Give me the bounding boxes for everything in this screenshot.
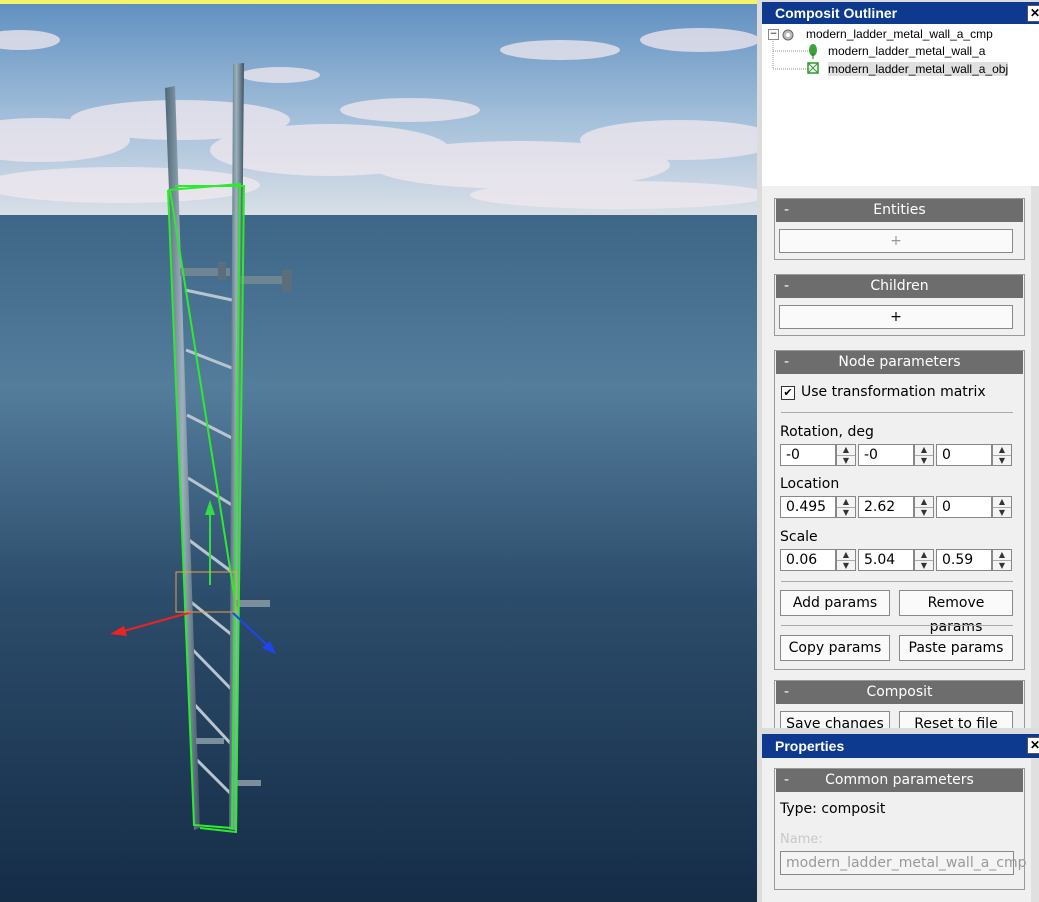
tree-item-child-1-label: modern_ladder_metal_wall_a: [828, 44, 986, 58]
panel-scrollbar[interactable]: [1031, 186, 1039, 728]
composit-header[interactable]: - Composit: [776, 681, 1023, 704]
add-entity-button[interactable]: +: [779, 229, 1013, 253]
save-changes-button[interactable]: Save changes: [780, 711, 890, 728]
spin-down-icon[interactable]: ▼: [837, 508, 855, 518]
node-parameters-header[interactable]: - Node parameters: [776, 351, 1023, 374]
node-parameters-title: Node parameters: [838, 354, 961, 370]
node-parameters-group: - Node parameters ✔ Use transformation m…: [774, 350, 1025, 670]
scale-y-input[interactable]: 5.04: [858, 549, 914, 571]
properties-scrollbar[interactable]: [1031, 758, 1039, 902]
object-cube-icon: [807, 62, 819, 74]
composit-group: - Composit Save changes Reset to file: [774, 680, 1025, 728]
rotation-z-input[interactable]: 0: [936, 444, 992, 466]
outliner-title: Composit Outliner: [775, 5, 898, 21]
entities-group: - Entities +: [774, 198, 1025, 260]
common-parameters-group: - Common parameters Type: composit Name:…: [774, 768, 1027, 890]
properties-panel: - Common parameters Type: composit Name:…: [762, 758, 1039, 902]
3d-viewport[interactable]: [0, 0, 757, 902]
location-y-spinner[interactable]: ▲ ▼: [914, 496, 934, 518]
spin-up-icon[interactable]: ▲: [915, 497, 933, 508]
remove-params-button[interactable]: Remove params: [899, 590, 1013, 635]
type-label: Type: composit: [780, 801, 886, 817]
divider: [781, 412, 1013, 413]
spin-up-icon[interactable]: ▲: [837, 445, 855, 456]
copy-params-button[interactable]: Copy params: [780, 635, 890, 661]
children-group: - Children +: [774, 274, 1025, 336]
composit-collapse[interactable]: -: [784, 681, 789, 704]
spin-down-icon[interactable]: ▼: [993, 561, 1011, 571]
common-parameters-header[interactable]: - Common parameters: [776, 769, 1023, 792]
spin-up-icon[interactable]: ▲: [915, 550, 933, 561]
tree-item-root[interactable]: modern_ladder_metal_wall_a_cmp: [806, 27, 993, 41]
scale-label: Scale: [780, 529, 818, 545]
location-x-spinner[interactable]: ▲ ▼: [836, 496, 856, 518]
rotation-z-spinner[interactable]: ▲ ▼: [992, 444, 1012, 466]
location-label: Location: [780, 476, 840, 492]
children-title: Children: [870, 278, 929, 294]
common-parameters-collapse[interactable]: -: [784, 769, 789, 792]
spin-down-icon[interactable]: ▼: [837, 561, 855, 571]
spin-down-icon[interactable]: ▼: [915, 508, 933, 518]
spin-up-icon[interactable]: ▲: [993, 497, 1011, 508]
spin-down-icon[interactable]: ▼: [915, 456, 933, 466]
properties-close-icon[interactable]: ✕: [1027, 737, 1039, 754]
node-parameters-collapse[interactable]: -: [784, 351, 789, 374]
rotation-label: Rotation, deg: [780, 424, 874, 440]
spin-down-icon[interactable]: ▼: [837, 456, 855, 466]
composit-editor-panel: - Entities + - Children + - Node paramet…: [762, 186, 1039, 728]
rotation-y-input[interactable]: -0: [858, 444, 914, 466]
scale-y-spinner[interactable]: ▲ ▼: [914, 549, 934, 571]
scale-z-spinner[interactable]: ▲ ▼: [992, 549, 1012, 571]
entities-header[interactable]: - Entities: [776, 199, 1023, 222]
divider: [781, 625, 1013, 626]
location-y-input[interactable]: 2.62: [858, 496, 914, 518]
rotation-x-spinner[interactable]: ▲ ▼: [836, 444, 856, 466]
scale-x-spinner[interactable]: ▲ ▼: [836, 549, 856, 571]
rotation-x-input[interactable]: -0: [780, 444, 836, 466]
composit-title: Composit: [866, 684, 933, 700]
spin-up-icon[interactable]: ▲: [837, 497, 855, 508]
spin-up-icon[interactable]: ▲: [837, 550, 855, 561]
name-input[interactable]: modern_ladder_metal_wall_a_cmp: [780, 851, 1027, 875]
properties-titlebar: Properties ✕: [762, 734, 1039, 758]
add-child-button[interactable]: +: [779, 305, 1013, 329]
scale-z-input[interactable]: 0.59: [936, 549, 992, 571]
spin-down-icon[interactable]: ▼: [915, 561, 933, 571]
spin-down-icon[interactable]: ▼: [993, 508, 1011, 518]
spin-down-icon[interactable]: ▼: [993, 456, 1011, 466]
viewport-active-border: [0, 0, 757, 4]
spin-up-icon[interactable]: ▲: [993, 445, 1011, 456]
tree-item-child-2[interactable]: modern_ladder_metal_wall_a_obj: [828, 62, 1009, 76]
outliner-close-icon[interactable]: ✕: [1027, 5, 1039, 22]
use-matrix-label: Use transformation matrix: [801, 384, 986, 400]
children-header[interactable]: - Children: [776, 275, 1023, 298]
rotation-y-spinner[interactable]: ▲ ▼: [914, 444, 934, 466]
properties-title: Properties: [775, 738, 845, 754]
scale-x-input[interactable]: 0.06: [780, 549, 836, 571]
use-matrix-checkbox[interactable]: ✔: [781, 386, 795, 400]
spin-up-icon[interactable]: ▲: [915, 445, 933, 456]
entities-collapse[interactable]: -: [784, 199, 789, 222]
tree-item-child-2-label: modern_ladder_metal_wall_a_obj: [828, 62, 1009, 76]
spin-up-icon[interactable]: ▲: [993, 550, 1011, 561]
outliner-tree: − modern_ladder_metal_wall_a_cmp modern_…: [762, 24, 1039, 187]
tree-item-child-1[interactable]: modern_ladder_metal_wall_a: [828, 44, 985, 58]
outliner-titlebar: Composit Outliner ✕: [762, 2, 1039, 24]
reset-to-file-button[interactable]: Reset to file: [899, 711, 1013, 728]
entities-title: Entities: [873, 202, 926, 218]
name-label: Name:: [780, 832, 823, 847]
location-x-input[interactable]: 0.495: [780, 496, 836, 518]
divider: [781, 581, 1013, 582]
paste-params-button[interactable]: Paste params: [899, 635, 1013, 661]
common-parameters-title: Common parameters: [825, 772, 974, 788]
entity-leaf-icon: [809, 44, 817, 59]
location-z-input[interactable]: 0: [936, 496, 992, 518]
add-params-button[interactable]: Add params: [780, 590, 890, 616]
location-z-spinner[interactable]: ▲ ▼: [992, 496, 1012, 518]
tree-item-root-label: modern_ladder_metal_wall_a_cmp: [806, 27, 993, 41]
children-collapse[interactable]: -: [784, 275, 789, 298]
